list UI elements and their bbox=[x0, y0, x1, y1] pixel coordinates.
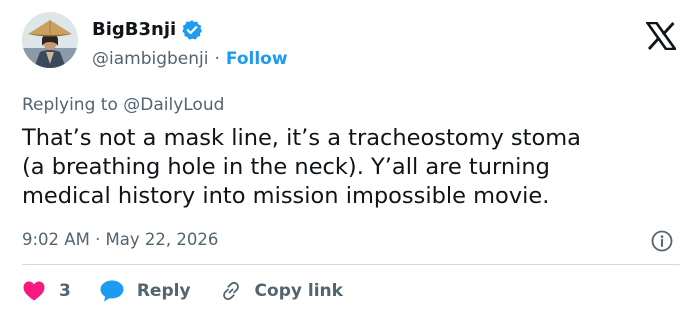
like-count: 3 bbox=[59, 281, 71, 301]
info-icon[interactable] bbox=[650, 229, 674, 253]
reply-context: Replying to @DailyLoud bbox=[22, 93, 224, 117]
avatar-image bbox=[22, 12, 78, 68]
tweet-text: That’s not a mask line, it’s a tracheost… bbox=[22, 125, 581, 209]
handle-separator: · bbox=[214, 49, 220, 69]
divider bbox=[22, 264, 680, 265]
follow-button[interactable]: Follow bbox=[226, 47, 288, 71]
copy-link-button[interactable]: Copy link bbox=[219, 279, 343, 303]
author-name-row: BigB3nji bbox=[92, 18, 203, 42]
verified-badge-icon bbox=[181, 19, 203, 41]
reply-button[interactable]: Reply bbox=[99, 279, 191, 303]
tweet-timestamp[interactable]: 9:02 AM · May 22, 2026 bbox=[22, 228, 218, 252]
link-icon bbox=[219, 279, 243, 303]
author-handle-row: @iambigbenji · Follow bbox=[92, 47, 288, 71]
x-logo-icon[interactable] bbox=[644, 21, 678, 51]
reply-label: Reply bbox=[136, 281, 191, 301]
heart-icon bbox=[22, 280, 46, 302]
reply-mention-link[interactable]: @DailyLoud bbox=[123, 95, 224, 115]
like-button[interactable]: 3 bbox=[22, 280, 71, 302]
author-handle[interactable]: @iambigbenji bbox=[92, 47, 208, 71]
display-name[interactable]: BigB3nji bbox=[92, 18, 176, 42]
tweet-card: BigB3nji @iambigbenji · Follow Replying … bbox=[0, 0, 700, 318]
avatar[interactable] bbox=[22, 12, 78, 68]
reply-context-prefix: Replying to bbox=[22, 95, 124, 115]
action-bar: 3 Reply Copy link bbox=[22, 276, 343, 306]
speech-bubble-icon bbox=[99, 279, 125, 303]
copy-link-label: Copy link bbox=[254, 281, 343, 301]
